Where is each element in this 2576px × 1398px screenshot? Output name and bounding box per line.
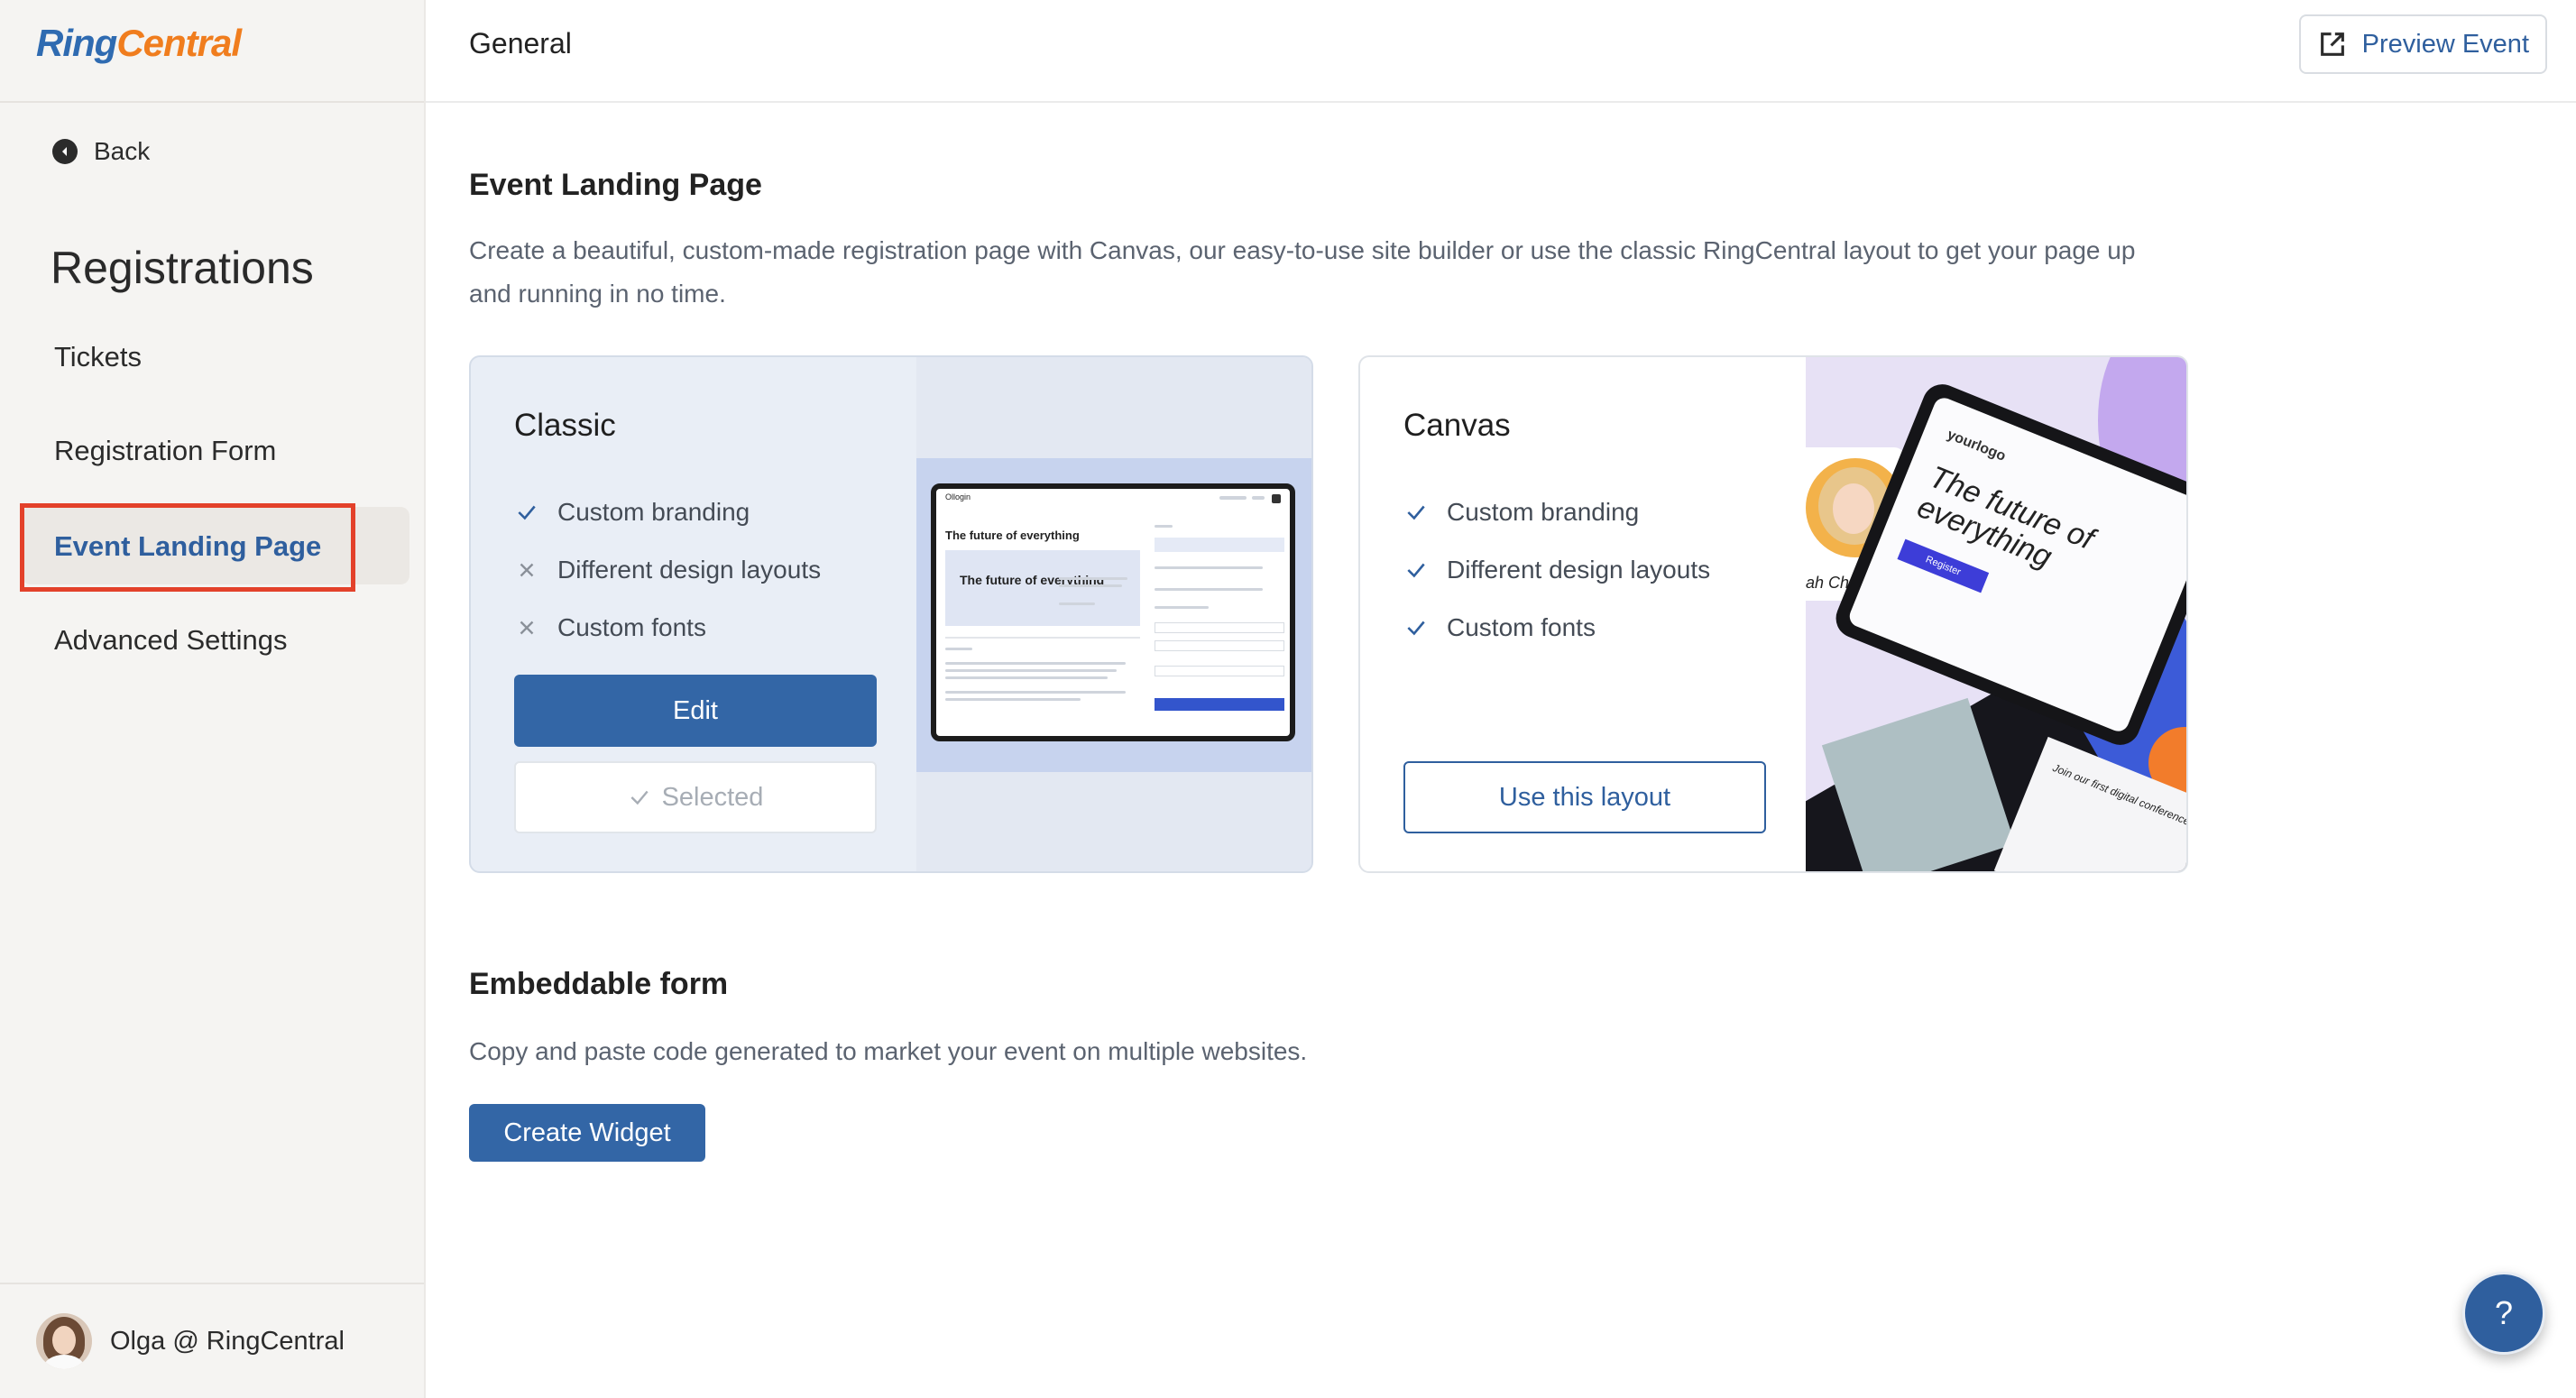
sidebar-item-registration-form[interactable]: Registration Form (54, 424, 276, 478)
embed-section-description: Copy and paste code generated to market … (469, 1037, 1308, 1065)
classic-feature-list: Custom branding Different design layouts… (514, 483, 821, 657)
external-link-icon (2320, 32, 2344, 56)
feature-label: Different design layouts (1447, 556, 1711, 584)
ringcentral-logo[interactable]: Ring Central (36, 16, 242, 70)
sidebar-title: Registrations (51, 243, 314, 293)
list-item: Custom fonts (1403, 599, 1710, 657)
canvas-layout-card: Canvas Custom branding Different design … (1358, 355, 2188, 873)
preview-heading: The future of everything (1912, 459, 2099, 575)
page-title: General (469, 27, 572, 60)
create-widget-button[interactable]: Create Widget (469, 1104, 705, 1162)
classic-card-title: Classic (514, 408, 616, 443)
annotation-highlight-box (20, 503, 355, 592)
preview-brand: Ollogin (945, 492, 971, 501)
check-icon (1403, 557, 1429, 583)
list-item: Custom branding (1403, 483, 1710, 541)
avatar (36, 1313, 92, 1369)
feature-label: Custom fonts (557, 613, 706, 641)
canvas-preview-image: Join our first digital conference. ah Ch… (1806, 357, 2186, 871)
classic-preview-image: Ollogin The future of everything The fut… (916, 357, 1311, 871)
top-header: General Preview Event (426, 0, 2576, 103)
canvas-card-title: Canvas (1403, 408, 1511, 443)
selected-label: Selected (661, 782, 764, 812)
selected-button: Selected (514, 761, 877, 833)
list-item: Different design layouts (1403, 541, 1710, 599)
preview-event-button[interactable]: Preview Event (2298, 14, 2547, 74)
check-icon (630, 790, 649, 805)
logo-ring-text: Ring (36, 22, 117, 64)
help-button[interactable]: ? (2462, 1272, 2545, 1355)
sidebar-divider (0, 101, 424, 103)
check-icon (1403, 500, 1429, 525)
list-item: Custom branding (514, 483, 821, 541)
logo-central-text: Central (116, 22, 242, 64)
x-icon (514, 615, 539, 640)
back-link[interactable]: Back (52, 132, 150, 171)
feature-label: Different design layouts (557, 556, 822, 584)
landing-section-description: Create a beautiful, custom-made registra… (469, 236, 2136, 308)
use-this-layout-button[interactable]: Use this layout (1403, 761, 1766, 833)
user-name: Olga @ RingCentral (110, 1326, 345, 1356)
sidebar: Ring Central Back Registrations Tickets R… (0, 0, 426, 1398)
list-item: Custom fonts (514, 599, 821, 657)
user-account[interactable]: Olga @ RingCentral (0, 1283, 424, 1398)
classic-layout-card: Classic Custom branding Different design… (469, 355, 1313, 873)
check-icon (514, 500, 539, 525)
sidebar-item-advanced-settings[interactable]: Advanced Settings (54, 613, 288, 667)
embed-section-title: Embeddable form (469, 967, 729, 1001)
check-icon (1403, 615, 1429, 640)
edit-button[interactable]: Edit (514, 675, 877, 747)
list-item: Different design layouts (514, 541, 821, 599)
sidebar-item-tickets[interactable]: Tickets (54, 330, 142, 384)
preview-event-label: Preview Event (2361, 29, 2529, 59)
back-arrow-icon (52, 139, 78, 164)
canvas-feature-list: Custom branding Different design layouts… (1403, 483, 1710, 657)
preview-heading: The future of everything (945, 529, 1080, 542)
x-icon (514, 557, 539, 583)
feature-label: Custom branding (557, 498, 750, 526)
feature-label: Custom fonts (1447, 613, 1596, 641)
preview-logo: yourlogo (1945, 427, 2009, 464)
landing-section-title: Event Landing Page (469, 168, 762, 202)
feature-label: Custom branding (1447, 498, 1640, 526)
back-label: Back (94, 137, 151, 165)
classic-preview-device: Ollogin The future of everything The fut… (931, 483, 1295, 741)
